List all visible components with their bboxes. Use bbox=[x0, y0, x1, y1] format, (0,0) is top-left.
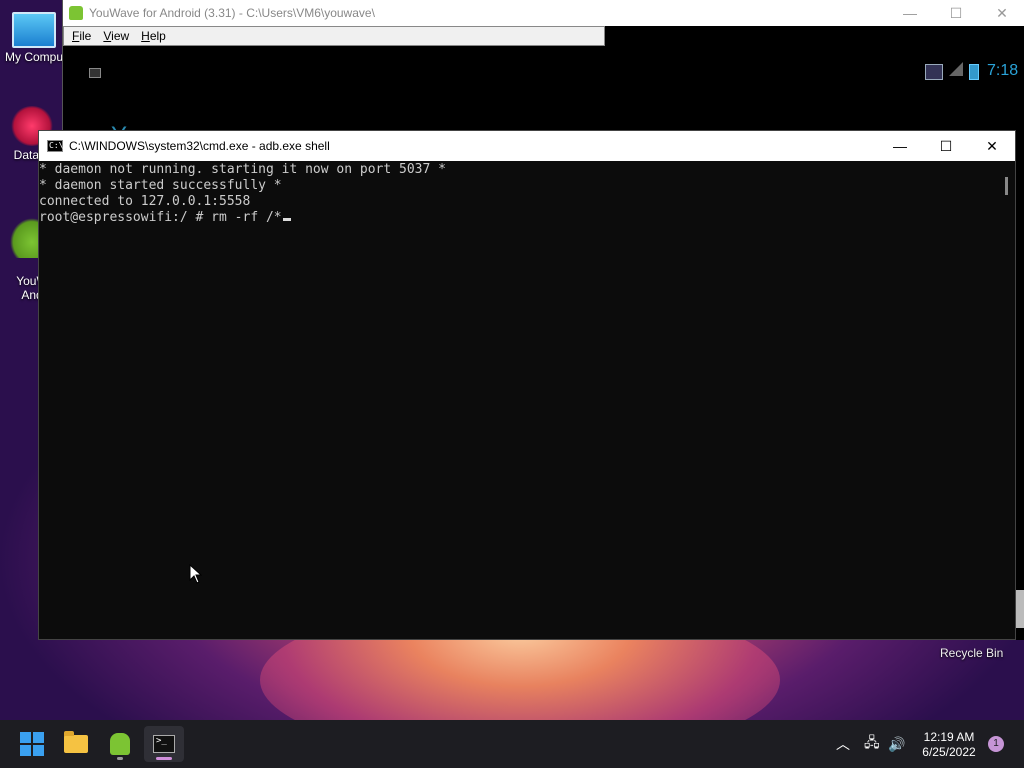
text-cursor bbox=[282, 218, 291, 221]
folder-icon bbox=[64, 731, 88, 753]
file-explorer-button[interactable] bbox=[56, 726, 96, 762]
notification-icon bbox=[89, 68, 101, 78]
minimize-button[interactable]: — bbox=[887, 5, 933, 21]
menu-view[interactable]: View bbox=[103, 29, 129, 43]
console-command: root@espressowifi:/ # rm -rf /* bbox=[39, 210, 282, 225]
android-icon bbox=[110, 733, 130, 755]
console-input-line[interactable]: root@espressowifi:/ # rm -rf /* bbox=[39, 210, 999, 226]
clock-date: 6/25/2022 bbox=[922, 745, 976, 759]
close-button[interactable]: ✕ bbox=[979, 5, 1024, 22]
console-line: * daemon started successfully * bbox=[39, 178, 282, 193]
chevron-up-icon: ︿ bbox=[836, 736, 850, 752]
desktop-icon-label: My Compu bbox=[4, 50, 63, 64]
youwave-titlebar[interactable]: YouWave for Android (3.31) - C:\Users\VM… bbox=[63, 0, 1024, 26]
console-output[interactable]: * daemon not running. starting it now on… bbox=[39, 161, 999, 639]
computer-icon bbox=[12, 12, 56, 48]
start-button[interactable] bbox=[12, 726, 52, 762]
active-indicator bbox=[156, 757, 172, 760]
youwave-scroll-edge bbox=[1016, 590, 1024, 628]
youwave-menubar: File View Help bbox=[63, 26, 605, 46]
clock-time: 12:19 AM bbox=[923, 730, 975, 744]
battery-icon bbox=[969, 64, 979, 80]
console-line: * daemon not running. starting it now on… bbox=[39, 162, 446, 177]
minimize-button[interactable]: — bbox=[877, 138, 923, 154]
network-tray-button[interactable]: 🖧 bbox=[864, 720, 880, 768]
menu-file[interactable]: File bbox=[72, 29, 91, 43]
network-icon bbox=[925, 64, 943, 80]
youwave-title: YouWave for Android (3.31) - C:\Users\VM… bbox=[89, 6, 375, 20]
running-indicator bbox=[117, 757, 123, 760]
cmd-titlebar[interactable]: C:\ C:\WINDOWS\system32\cmd.exe - adb.ex… bbox=[39, 131, 1015, 161]
network-icon: 🖧 bbox=[864, 734, 880, 750]
terminal-taskbar-button[interactable]: >_ bbox=[144, 726, 184, 762]
notification-badge[interactable]: 1 bbox=[988, 736, 1004, 752]
tray-clock[interactable]: 12:19 AM 6/25/2022 bbox=[914, 730, 984, 760]
mouse-pointer-icon bbox=[189, 563, 203, 589]
taskbar: >_ ︿ 🖧 🔊 12:19 AM 6/25/2022 bbox=[0, 720, 1024, 768]
cmd-title: C:\WINDOWS\system32\cmd.exe - adb.exe sh… bbox=[69, 139, 330, 153]
terminal-icon: >_ bbox=[153, 735, 175, 753]
desktop-icon-my-computer[interactable]: My Compu bbox=[2, 12, 66, 64]
youwave-taskbar-button[interactable] bbox=[100, 726, 140, 762]
speaker-icon: 🔊 bbox=[888, 735, 906, 752]
recycle-bin-label[interactable]: Recycle Bin bbox=[940, 646, 1003, 660]
console-line: connected to 127.0.0.1:5558 bbox=[39, 194, 251, 209]
windows-icon bbox=[20, 732, 44, 756]
android-icon bbox=[69, 6, 83, 20]
show-hidden-icons-button[interactable]: ︿ bbox=[836, 720, 850, 768]
cmd-window: C:\ C:\WINDOWS\system32\cmd.exe - adb.ex… bbox=[38, 130, 1016, 640]
menu-help[interactable]: Help bbox=[141, 29, 166, 43]
volume-tray-button[interactable]: 🔊 bbox=[888, 720, 905, 768]
scrollbar-thumb[interactable] bbox=[1005, 177, 1008, 195]
android-clock: 7:18 bbox=[987, 62, 1019, 79]
cmd-scrollbar[interactable] bbox=[999, 161, 1015, 639]
android-status-bar: 7:18 bbox=[63, 48, 1024, 96]
signal-icon bbox=[949, 62, 963, 76]
close-button[interactable]: ✕ bbox=[969, 138, 1015, 155]
maximize-button[interactable]: ☐ bbox=[923, 138, 969, 155]
cmd-icon: C:\ bbox=[47, 140, 64, 152]
maximize-button[interactable]: ☐ bbox=[933, 5, 979, 22]
